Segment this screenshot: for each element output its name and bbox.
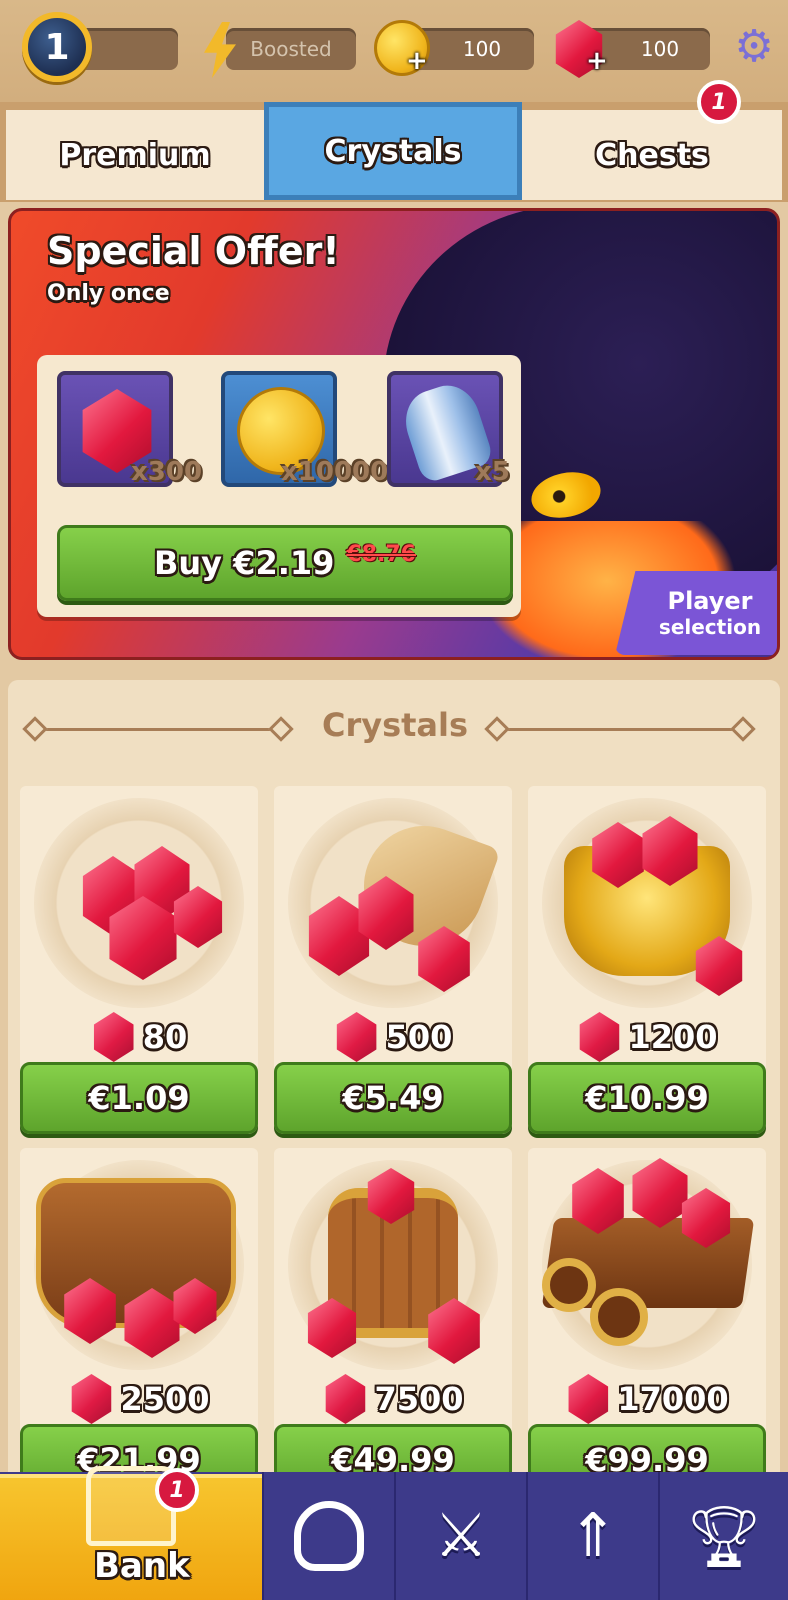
pack-amount-row: 17000 [528,1374,766,1424]
nav-bank[interactable]: Bank [0,1466,262,1600]
pack-amount: 1200 [628,1018,718,1056]
coin-amount: 100 [462,37,502,61]
gem-icon [325,1374,366,1424]
boost-pill[interactable]: Boosted [226,28,356,70]
pack-price: €10.99 [585,1079,709,1117]
pack-amount: 80 [142,1018,188,1056]
gem-icon [93,1012,134,1062]
pack-amount-row: 7500 [274,1374,512,1424]
crossed-swords-icon: ⚔ [434,1501,488,1571]
tab-crystals-label: Crystals [324,133,462,169]
pack-amount: 500 [385,1018,453,1056]
pack-amount: 2500 [120,1380,210,1418]
player-selection-line1: Player [667,587,753,615]
offer-item-coins-qty: x10000 [281,457,389,487]
divider-right [508,728,744,731]
nav-battle[interactable]: ⚔ [394,1472,526,1600]
hood-icon [294,1501,364,1571]
bank-notification-badge: 1 [155,1468,199,1512]
buy-offer-label: Buy €2.19 [154,544,335,582]
nav-trophies[interactable]: 🏆︎ [658,1472,788,1600]
tab-premium-label: Premium [59,137,211,173]
boost-label: Boosted [250,37,332,61]
player-selection-button[interactable]: Player selection [615,571,777,655]
crystal-cart-icon [528,1148,766,1368]
gem-icon [579,1012,620,1062]
pack-amount-row: 80 [20,1012,258,1062]
pack-price-button[interactable]: €5.49 [274,1062,512,1134]
tab-chests-label: Chests [595,137,709,173]
level-badge[interactable]: 1 [22,12,92,82]
gem-icon [336,1012,377,1062]
offer-title: Special Offer! [47,229,340,273]
tab-chests[interactable]: Chests [522,110,782,200]
shop-tabs: Premium Crystals Chests [0,102,788,202]
offer-contents: x300 x10000 x5 Buy €2.19 €8.76 [37,355,521,617]
old-price: €8.76 [346,541,416,567]
pack-amount-row: 500 [274,1012,512,1062]
chests-notification-badge: 1 [697,80,741,124]
pack-amount: 17000 [617,1380,729,1418]
crystal-pile-icon [20,786,258,1006]
level-number: 1 [44,26,70,68]
special-offer-banner: Special Offer! Only once x300 x10000 x5 … [8,208,780,660]
pack-price: €5.49 [342,1079,444,1117]
pack-price-button[interactable]: €10.99 [528,1062,766,1134]
pack-price-button[interactable]: €1.09 [20,1062,258,1134]
crystal-pot-icon [528,786,766,1006]
offer-item-crystals-qty: x300 [131,457,203,487]
add-coins-icon[interactable]: + [406,46,428,76]
tab-crystals[interactable]: Crystals [264,102,522,200]
crystal-horn-icon [274,786,512,1006]
trophy-icon: 🏆︎ [685,1501,763,1572]
nav-upgrades[interactable]: ⇑ [526,1472,658,1600]
buy-offer-button[interactable]: Buy €2.19 €8.76 [57,525,513,601]
player-selection-line2: selection [658,615,762,639]
pack-amount: 7500 [374,1380,464,1418]
upgrade-arrows-icon: ⇑ [567,1501,619,1571]
top-bar: 1 Boosted 100 + 100 + ⚙ [0,0,788,102]
pack-amount-row: 1200 [528,1012,766,1062]
gear-icon[interactable]: ⚙ [731,24,777,70]
divider-left [44,728,280,731]
pack-price: €1.09 [88,1079,190,1117]
nav-bank-label: Bank [94,1546,190,1586]
offer-item-scrolls-qty: x5 [475,457,510,487]
offer-subtitle: Only once [47,281,170,306]
shop-section-title: Crystals [321,706,469,744]
crystal-bag-icon [20,1148,258,1368]
gem-icon [71,1374,112,1424]
add-gems-icon[interactable]: + [586,46,608,76]
nav-heroes[interactable] [262,1472,394,1600]
gem-amount: 100 [640,37,680,61]
pack-amount-row: 2500 [20,1374,258,1424]
tab-premium[interactable]: Premium [6,110,264,200]
gem-icon [568,1374,609,1424]
crystal-barrel-icon [274,1148,512,1368]
